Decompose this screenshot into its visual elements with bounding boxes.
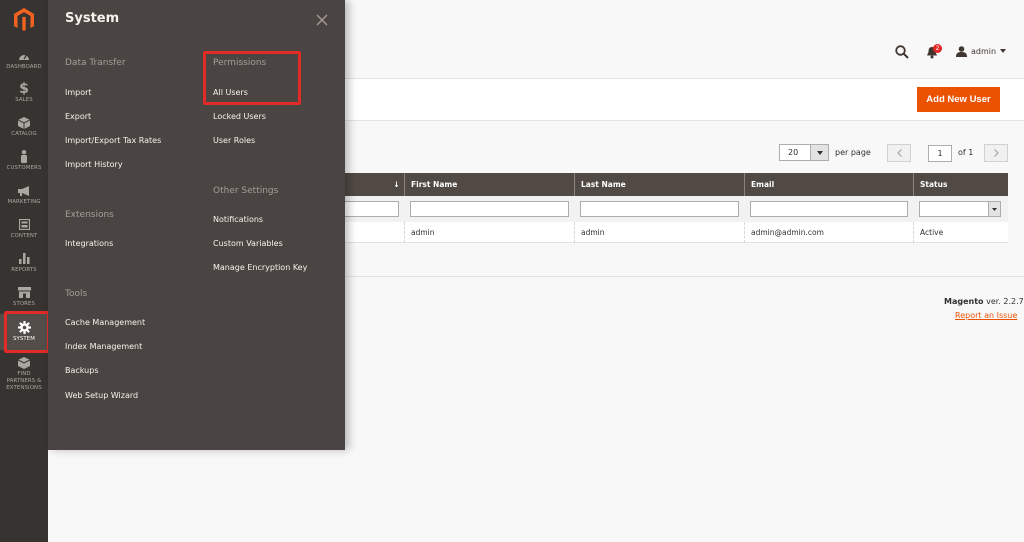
person-icon bbox=[0, 149, 48, 165]
nav-find-partners[interactable]: FIND PARTNERS & EXTENSIONS bbox=[0, 355, 48, 395]
admin-username: admin bbox=[971, 46, 997, 56]
report-issue-link[interactable]: Report an Issue bbox=[955, 311, 1017, 320]
menu-integrations[interactable]: Integrations bbox=[65, 239, 113, 248]
cell-email: admin@admin.com bbox=[744, 222, 913, 243]
box-icon bbox=[0, 355, 48, 371]
system-nav-highlight bbox=[4, 311, 50, 353]
layout-icon bbox=[0, 217, 48, 233]
cell-last-name: admin bbox=[574, 222, 744, 243]
close-menu-button[interactable] bbox=[316, 11, 330, 26]
notifications-count-badge: 2 bbox=[933, 44, 942, 53]
column-status[interactable]: Status bbox=[913, 173, 1008, 196]
nav-stores[interactable]: STORES bbox=[0, 285, 48, 309]
filter-status-select[interactable] bbox=[919, 201, 1001, 217]
menu-cache-management[interactable]: Cache Management bbox=[65, 318, 145, 327]
caret-down-icon bbox=[816, 150, 823, 155]
filter-first-name-input[interactable] bbox=[410, 201, 569, 217]
status-dropdown-toggle[interactable] bbox=[988, 202, 1000, 216]
nav-content[interactable]: CONTENT bbox=[0, 217, 48, 241]
menu-index-management[interactable]: Index Management bbox=[65, 342, 142, 351]
menu-import-export-tax-rates[interactable]: Import/Export Tax Rates bbox=[65, 136, 161, 145]
filter-email-input[interactable] bbox=[750, 201, 908, 217]
system-menu-title: System bbox=[65, 11, 120, 26]
bar-chart-icon bbox=[0, 251, 48, 267]
admin-sidebar: DASHBOARD $ SALES CATALOG CUSTOMERS MARK… bbox=[0, 0, 48, 542]
menu-user-roles[interactable]: User Roles bbox=[213, 136, 255, 145]
section-extensions: Extensions bbox=[65, 210, 114, 220]
menu-web-setup-wizard[interactable]: Web Setup Wizard bbox=[65, 391, 138, 400]
chevron-right-icon bbox=[993, 149, 999, 157]
caret-down-icon bbox=[1000, 49, 1007, 53]
magento-logo[interactable] bbox=[0, 0, 48, 40]
previous-page-button[interactable] bbox=[887, 144, 911, 162]
magento-logo-icon bbox=[14, 8, 34, 31]
add-new-user-button[interactable]: Add New User bbox=[917, 87, 1000, 112]
column-first-name[interactable]: First Name bbox=[404, 173, 574, 196]
cell-status: Active bbox=[913, 222, 1008, 243]
caret-down-icon bbox=[992, 207, 997, 211]
nav-catalog[interactable]: CATALOG bbox=[0, 115, 48, 139]
menu-manage-encryption-key[interactable]: Manage Encryption Key bbox=[213, 263, 307, 272]
close-icon bbox=[316, 14, 328, 26]
storefront-icon bbox=[0, 285, 48, 301]
menu-notifications[interactable]: Notifications bbox=[213, 215, 263, 224]
permissions-highlight-box bbox=[203, 51, 301, 105]
global-search-button[interactable] bbox=[895, 44, 909, 59]
admin-user-menu[interactable]: admin bbox=[956, 44, 1007, 58]
cube-icon bbox=[0, 115, 48, 131]
per-page-label: per page bbox=[835, 148, 871, 157]
magento-version: Magento ver. 2.2.7 bbox=[944, 297, 1024, 306]
nav-sales[interactable]: $ SALES bbox=[0, 81, 48, 105]
menu-locked-users[interactable]: Locked Users bbox=[213, 112, 266, 121]
nav-reports[interactable]: REPORTS bbox=[0, 251, 48, 275]
menu-export[interactable]: Export bbox=[65, 112, 91, 121]
column-last-name[interactable]: Last Name bbox=[574, 173, 744, 196]
menu-custom-variables[interactable]: Custom Variables bbox=[213, 239, 283, 248]
section-tools: Tools bbox=[65, 289, 88, 299]
column-email[interactable]: Email bbox=[744, 173, 913, 196]
per-page-dropdown-toggle[interactable] bbox=[810, 145, 828, 160]
sort-arrow-icon[interactable]: ↓ bbox=[389, 173, 404, 196]
chevron-left-icon bbox=[896, 149, 902, 157]
section-data-transfer: Data Transfer bbox=[65, 58, 126, 68]
search-icon bbox=[895, 45, 909, 59]
filter-last-name-input[interactable] bbox=[580, 201, 739, 217]
nav-dashboard[interactable]: DASHBOARD bbox=[0, 48, 48, 72]
megaphone-icon bbox=[0, 183, 48, 199]
next-page-button[interactable] bbox=[984, 144, 1008, 162]
user-icon bbox=[956, 45, 967, 57]
cell-first-name: admin bbox=[404, 222, 574, 243]
menu-backups[interactable]: Backups bbox=[65, 366, 99, 375]
footer-version: ver. 2.2.7 bbox=[986, 297, 1024, 306]
nav-customers[interactable]: CUSTOMERS bbox=[0, 149, 48, 173]
current-page-input[interactable]: 1 bbox=[928, 145, 952, 162]
menu-import[interactable]: Import bbox=[65, 88, 92, 97]
nav-marketing[interactable]: MARKETING bbox=[0, 183, 48, 207]
total-pages-label: of 1 bbox=[958, 148, 974, 157]
section-other-settings: Other Settings bbox=[213, 186, 279, 196]
menu-import-history[interactable]: Import History bbox=[65, 160, 123, 169]
footer-brand: Magento bbox=[944, 297, 984, 306]
dollar-icon: $ bbox=[19, 81, 29, 97]
dashboard-icon bbox=[0, 48, 48, 64]
